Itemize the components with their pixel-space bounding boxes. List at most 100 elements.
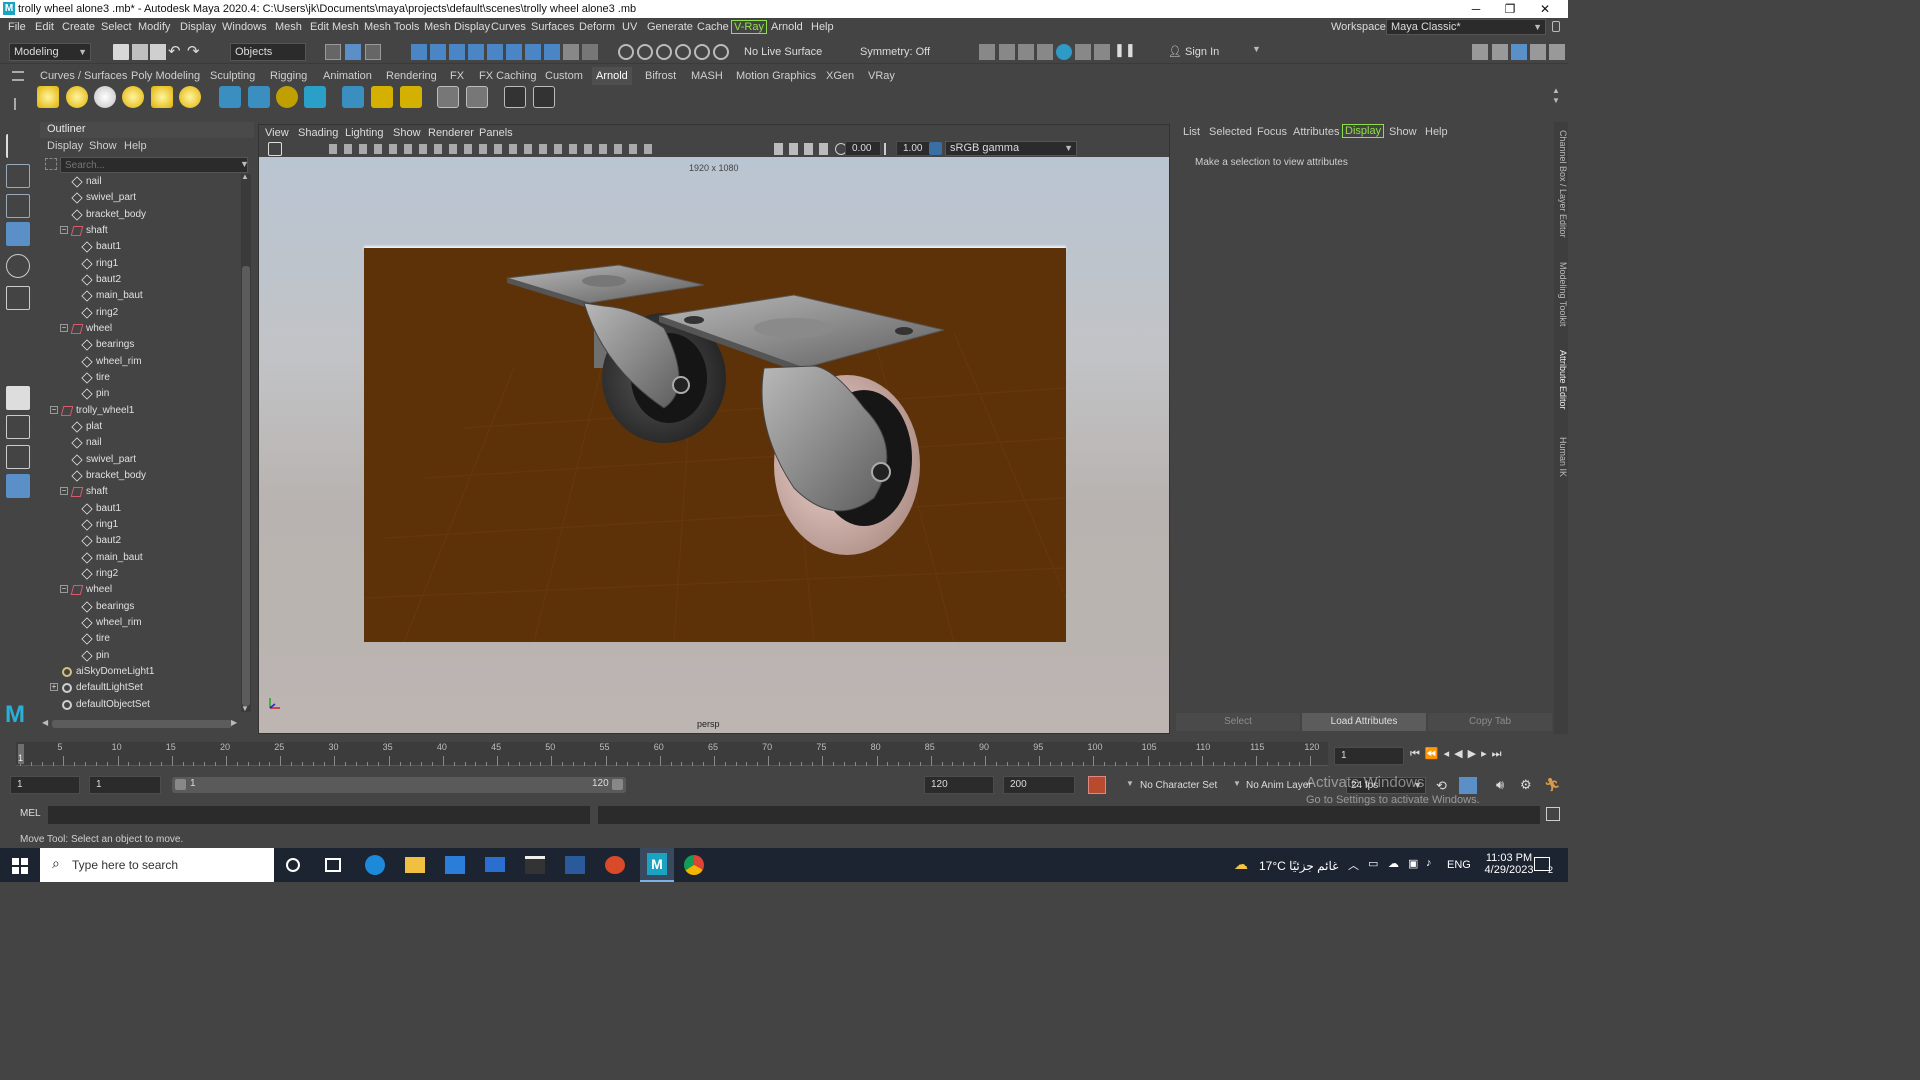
menu-file[interactable]: File xyxy=(8,18,26,36)
menu-edit[interactable]: Edit xyxy=(35,18,54,36)
play-backwards-icon[interactable]: ◀ xyxy=(1454,748,1467,760)
viewport-tool-icons[interactable] xyxy=(329,144,659,154)
ipr-render-icon[interactable] xyxy=(656,44,672,60)
shelf-tab-sculpting[interactable]: Sculpting xyxy=(210,67,255,85)
paint3d-icon[interactable] xyxy=(605,856,625,874)
playback-end-field[interactable]: 120 xyxy=(924,776,994,794)
menu-arnold[interactable]: Arnold xyxy=(771,18,803,36)
outliner-item[interactable]: baut1 xyxy=(40,501,240,517)
vray-render-icon[interactable] xyxy=(1056,44,1072,60)
shelf-tab-bifrost[interactable]: Bifrost xyxy=(645,67,676,85)
volume-icon[interactable]: ♪ xyxy=(1426,857,1432,869)
viewport-menu-view[interactable]: View xyxy=(265,125,289,141)
menu-mesh-display[interactable]: Mesh Display xyxy=(424,18,490,36)
chrome-icon[interactable] xyxy=(684,855,704,875)
outliner-menu-show[interactable]: Show xyxy=(89,138,117,154)
tx-manager-icon[interactable] xyxy=(466,86,488,108)
outliner-item[interactable]: nail xyxy=(40,435,240,451)
attr-menu-list[interactable]: List xyxy=(1183,124,1200,140)
outliner-item[interactable]: ring1 xyxy=(40,256,240,272)
paint-select-tool-icon[interactable] xyxy=(6,194,30,218)
menu-display[interactable]: Display xyxy=(180,18,216,36)
area-light-icon[interactable] xyxy=(37,86,59,108)
outliner-item[interactable]: ring2 xyxy=(40,566,240,582)
outliner-item[interactable]: ring1 xyxy=(40,517,240,533)
character-controls-icon[interactable] xyxy=(1492,44,1508,60)
outliner-item[interactable]: − wheel xyxy=(40,321,240,337)
save-scene-icon[interactable] xyxy=(150,44,166,60)
outliner-item[interactable]: swivel_part xyxy=(40,452,240,468)
snap-surface-icon[interactable] xyxy=(487,44,503,60)
outliner-item[interactable]: aiSkyDomeLight1 xyxy=(40,664,240,680)
filter-icon[interactable] xyxy=(45,158,57,170)
outliner-item[interactable]: − shaft xyxy=(40,484,240,500)
outliner-item[interactable]: wheel_rim xyxy=(40,615,240,631)
snap-edge-icon[interactable] xyxy=(525,44,541,60)
shelf-tab-curves-surfaces[interactable]: Curves / Surfaces xyxy=(40,67,127,85)
outliner-item[interactable]: baut1 xyxy=(40,239,240,255)
vray-ipr-icon[interactable] xyxy=(1094,44,1110,60)
collapse-icon[interactable]: − xyxy=(60,225,68,234)
snap-grid-icon[interactable] xyxy=(411,44,427,60)
scroll-left-icon[interactable]: ◀ xyxy=(42,718,48,727)
outliner-hscroll[interactable] xyxy=(52,720,232,728)
attr-menu-help[interactable]: Help xyxy=(1425,124,1448,140)
3d-viewport[interactable]: 1920 x 1080 persp xyxy=(259,157,1169,733)
render-icon[interactable] xyxy=(979,44,995,60)
point-light-icon[interactable] xyxy=(66,86,88,108)
lock-icon[interactable] xyxy=(1552,21,1560,32)
export-standin-icon[interactable] xyxy=(248,86,270,108)
live-surface-label[interactable]: No Live Surface xyxy=(744,43,844,61)
viewport-display-icons[interactable] xyxy=(774,143,834,155)
snap-face-icon[interactable] xyxy=(544,44,560,60)
render-current-icon[interactable] xyxy=(637,44,653,60)
cortana-icon[interactable] xyxy=(286,858,300,872)
pause-icon[interactable]: ❚❚ xyxy=(1114,42,1136,58)
onedrive-icon[interactable]: ☁︎ xyxy=(1388,857,1399,870)
hypershade-icon[interactable] xyxy=(694,44,710,60)
standin-icon[interactable] xyxy=(219,86,241,108)
shelf-tab-rendering[interactable]: Rendering xyxy=(386,67,437,85)
maya-taskbar-button[interactable]: M xyxy=(640,848,674,882)
current-frame-field[interactable]: 1 xyxy=(1334,747,1404,765)
edge-icon[interactable] xyxy=(365,855,385,875)
collapse-icon[interactable]: − xyxy=(50,405,58,414)
move-tool-icon[interactable] xyxy=(6,222,30,246)
chevron-up-icon[interactable]: ︿ xyxy=(1348,857,1359,873)
outliner-layout-icon[interactable] xyxy=(6,474,30,498)
outliner-item[interactable]: tire xyxy=(40,631,240,647)
redo-icon[interactable]: ↷ xyxy=(187,42,200,60)
render-view-icon[interactable] xyxy=(713,44,729,60)
flush-textures-icon[interactable] xyxy=(400,86,422,108)
cache-playback-icon[interactable] xyxy=(1459,777,1477,794)
outliner-search-input[interactable] xyxy=(60,157,248,173)
outliner-item[interactable]: main_baut xyxy=(40,550,240,566)
menu-create[interactable]: Create xyxy=(62,18,95,36)
history-icon[interactable] xyxy=(582,44,598,60)
collapse-icon[interactable]: − xyxy=(60,487,68,496)
shelf-tab-animation[interactable]: Animation xyxy=(323,67,372,85)
tab-channel-box[interactable]: Channel Box / Layer Editor xyxy=(1554,130,1568,238)
collapse-icon[interactable]: − xyxy=(60,323,68,332)
menu-mesh[interactable]: Mesh xyxy=(275,18,302,36)
outliner-item[interactable]: wheel_rim xyxy=(40,354,240,370)
menu-select[interactable]: Select xyxy=(101,18,132,36)
select-component-icon[interactable] xyxy=(365,44,381,60)
outliner-item[interactable]: ring2 xyxy=(40,305,240,321)
attr-menu-focus[interactable]: Focus xyxy=(1257,124,1287,140)
menu-cache[interactable]: Cache xyxy=(697,18,729,36)
snap-curve-icon[interactable] xyxy=(430,44,446,60)
tray-device-icon[interactable]: ▭ xyxy=(1368,857,1378,870)
select-tool-icon[interactable] xyxy=(6,134,30,158)
channel-box-icon[interactable] xyxy=(1549,44,1565,60)
step-back-key-icon[interactable]: ⏪ xyxy=(1425,748,1444,760)
outliner-item[interactable]: pin xyxy=(40,386,240,402)
render-view-shelf-icon[interactable] xyxy=(342,86,364,108)
range-start-handle[interactable] xyxy=(175,779,186,790)
tool-settings-icon[interactable] xyxy=(1530,44,1546,60)
undo-icon[interactable]: ↶ xyxy=(168,42,181,60)
shelf-tab-vray[interactable]: VRay xyxy=(868,67,895,85)
step-forward-frame-icon[interactable]: ▸ xyxy=(1481,748,1492,760)
clock[interactable]: 11:03 PM 4/29/2023 xyxy=(1484,852,1534,876)
select-object-icon[interactable] xyxy=(345,44,361,60)
